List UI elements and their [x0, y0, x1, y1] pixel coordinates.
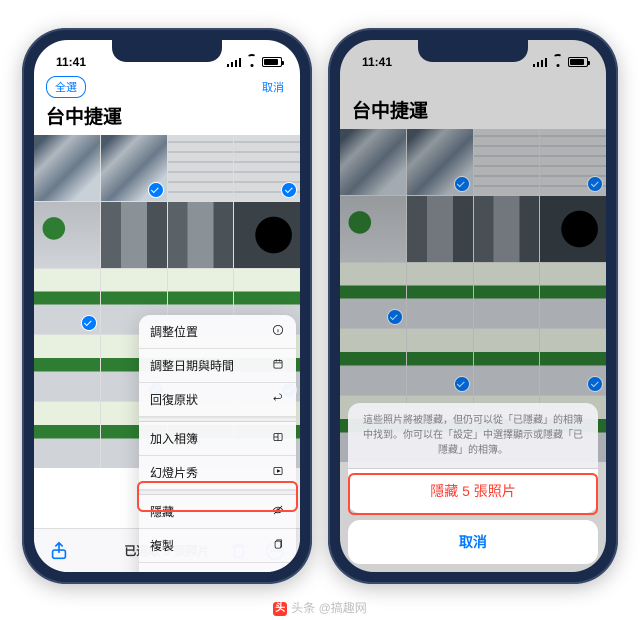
menu-item-copy[interactable]: 拷貝: [139, 563, 296, 572]
eye-off-icon: [271, 503, 285, 520]
status-time: 11:41: [56, 55, 86, 69]
menu-item-label: 調整日期與時間: [150, 357, 234, 374]
action-sheet-cancel[interactable]: 取消: [348, 520, 598, 564]
menu-item-info[interactable]: 調整位置: [139, 315, 296, 349]
hide-photos-button[interactable]: 隱藏 5 張照片: [348, 469, 598, 513]
photo-thumbnail[interactable]: [34, 335, 100, 401]
wifi-icon: [245, 57, 258, 67]
photo-thumbnail[interactable]: [101, 202, 167, 268]
selection-check-icon: [148, 182, 164, 198]
notch: [112, 40, 222, 62]
menu-item-undo[interactable]: 回復原狀: [139, 383, 296, 417]
context-menu: 調整位置調整日期與時間回復原狀加入相簿幻燈片秀隱藏複製拷貝: [139, 315, 296, 572]
photo-thumbnail[interactable]: [101, 135, 167, 201]
album-title: 台中捷運: [34, 100, 300, 135]
calendar-icon: [271, 357, 285, 374]
photo-thumbnail[interactable]: [34, 135, 100, 201]
play-icon: [271, 464, 285, 481]
photo-thumbnail[interactable]: [34, 402, 100, 468]
select-all-button[interactable]: 全選: [46, 76, 86, 98]
menu-item-duplicate[interactable]: 複製: [139, 529, 296, 563]
share-icon[interactable]: [48, 540, 70, 562]
watermark: 头头条 @搞趣网: [0, 599, 640, 616]
cellular-icon: [227, 57, 241, 67]
device-left: 11:41 全選 取消 台中捷運 調整位置調整日期與時間回復原狀加入相簿幻燈片秀…: [22, 28, 312, 584]
menu-item-calendar[interactable]: 調整日期與時間: [139, 349, 296, 383]
info-icon: [271, 323, 285, 340]
nav-bar: 全選 取消: [34, 74, 300, 100]
watermark-logo: 头: [273, 602, 287, 616]
menu-item-eye-off[interactable]: 隱藏: [139, 495, 296, 529]
photo-thumbnail[interactable]: [34, 202, 100, 268]
menu-item-label: 隱藏: [150, 503, 174, 520]
selection-check-icon: [281, 182, 297, 198]
menu-item-label: 幻燈片秀: [150, 464, 198, 481]
selection-check-icon: [81, 315, 97, 331]
menu-item-label: 回復原狀: [150, 391, 198, 408]
duplicate-icon: [271, 537, 285, 554]
undo-icon: [271, 391, 285, 408]
menu-item-label: 拷貝: [150, 571, 174, 572]
menu-item-label: 加入相簿: [150, 430, 198, 447]
action-sheet-message: 這些照片將被隱藏，但仍可以從「已隱藏」的相簿中找到。你可以在「設定」中選擇顯示或…: [348, 403, 598, 469]
cancel-button[interactable]: 取消: [258, 77, 288, 97]
photo-thumbnail[interactable]: [168, 135, 234, 201]
action-sheet: 這些照片將被隱藏，但仍可以從「已隱藏」的相簿中找到。你可以在「設定」中選擇顯示或…: [348, 403, 598, 564]
menu-item-label: 調整位置: [150, 323, 198, 340]
copy-icon: [271, 571, 285, 572]
menu-item-label: 複製: [150, 537, 174, 554]
menu-item-album[interactable]: 加入相簿: [139, 422, 296, 456]
notch: [418, 40, 528, 62]
photo-thumbnail[interactable]: [234, 202, 300, 268]
device-right: 11:41 台中捷運 這些照片將被隱藏，但仍可以從「已隱藏」的相簿中找到。你可以…: [328, 28, 618, 584]
photo-thumbnail[interactable]: [234, 135, 300, 201]
battery-icon: [262, 57, 282, 67]
album-icon: [271, 430, 285, 447]
photo-thumbnail[interactable]: [34, 269, 100, 335]
menu-item-play[interactable]: 幻燈片秀: [139, 456, 296, 490]
photo-thumbnail[interactable]: [168, 202, 234, 268]
